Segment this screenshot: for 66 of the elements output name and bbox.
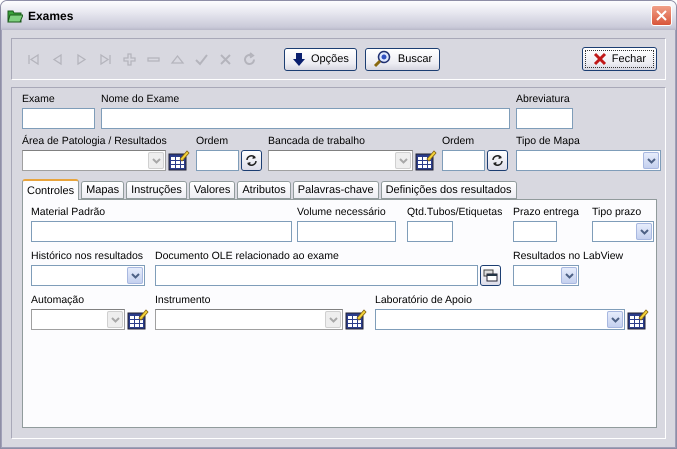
field-label: Nome do Exame (101, 93, 180, 106)
search-button[interactable]: Buscar (364, 48, 440, 70)
text-field[interactable] (516, 108, 573, 129)
refresh-icon (245, 154, 258, 167)
field-label: Histórico nos resultados (31, 250, 144, 263)
text-field[interactable] (442, 150, 485, 171)
field-label: Material Padrão (31, 206, 106, 219)
field-label: Laboratório de Apoio (375, 294, 472, 307)
chevron-down-icon (398, 158, 408, 164)
text-field[interactable] (297, 221, 396, 242)
chevron-down-icon (640, 228, 648, 234)
field-label: Ordem (442, 135, 474, 148)
text-field[interactable] (196, 150, 239, 171)
chevron-down-icon (130, 272, 140, 278)
close-icon (656, 10, 667, 21)
field-label: Qtd.Tubos/Etiquetas (407, 206, 502, 219)
close-icon (592, 52, 607, 66)
window-title: Exames (28, 8, 74, 22)
tab[interactable]: Definições dos resultados (380, 181, 517, 199)
dropdown[interactable] (516, 150, 661, 171)
field-label: Exame (22, 93, 55, 106)
chevron-down-icon (564, 272, 574, 278)
field-label: Prazo entrega (513, 206, 579, 219)
tab[interactable]: Valores (188, 181, 236, 199)
tab[interactable]: Instruções (126, 181, 187, 199)
field-label: Instrumento (155, 294, 210, 307)
close-button[interactable]: Fechar (582, 47, 657, 71)
table-edit-icon[interactable] (627, 309, 649, 330)
text-field[interactable] (31, 221, 292, 242)
field-label: Abreviatura (516, 93, 570, 106)
field-label: Área de Patologia / Resultados (22, 135, 167, 148)
chevron-down-icon (646, 158, 656, 164)
tab[interactable]: Controles (22, 179, 80, 200)
field-label: Tipo prazo (592, 206, 642, 219)
field-label: Tipo de Mapa (516, 135, 580, 148)
dropdown[interactable] (592, 221, 654, 242)
window-icon (483, 269, 498, 282)
field-label: Resultados no LabView (513, 250, 624, 263)
options-button[interactable]: Opções (284, 48, 357, 70)
chevron-down-icon (328, 316, 338, 322)
text-field[interactable] (101, 108, 510, 129)
text-field[interactable] (513, 221, 557, 242)
folder-icon (7, 8, 23, 22)
text-field[interactable] (22, 108, 95, 129)
field-label: Automação (31, 294, 84, 307)
dropdown[interactable] (31, 265, 145, 286)
text-field[interactable] (155, 265, 478, 286)
tab[interactable]: Atributos (237, 181, 291, 199)
field-label: Documento OLE relacionado ao exame (155, 250, 339, 263)
down-arrow-icon (292, 52, 306, 66)
chevron-down-icon (152, 158, 160, 164)
refresh-button[interactable] (241, 150, 262, 171)
chevron-down-icon (110, 316, 120, 322)
refresh-button[interactable] (487, 150, 508, 171)
tab[interactable]: Palavras-chave (292, 181, 379, 199)
field-label: Volume necessário (297, 206, 386, 219)
dropdown[interactable] (513, 265, 579, 286)
field-label: Ordem (196, 135, 228, 148)
close-button[interactable] (651, 5, 672, 26)
refresh-icon (491, 154, 504, 167)
tab[interactable]: Mapas (81, 181, 124, 199)
field-label: Bancada de trabalho (268, 135, 365, 148)
magnifier-icon (372, 50, 393, 68)
browse-button[interactable] (480, 265, 501, 286)
text-field[interactable] (407, 221, 453, 242)
chevron-down-icon (610, 316, 620, 322)
